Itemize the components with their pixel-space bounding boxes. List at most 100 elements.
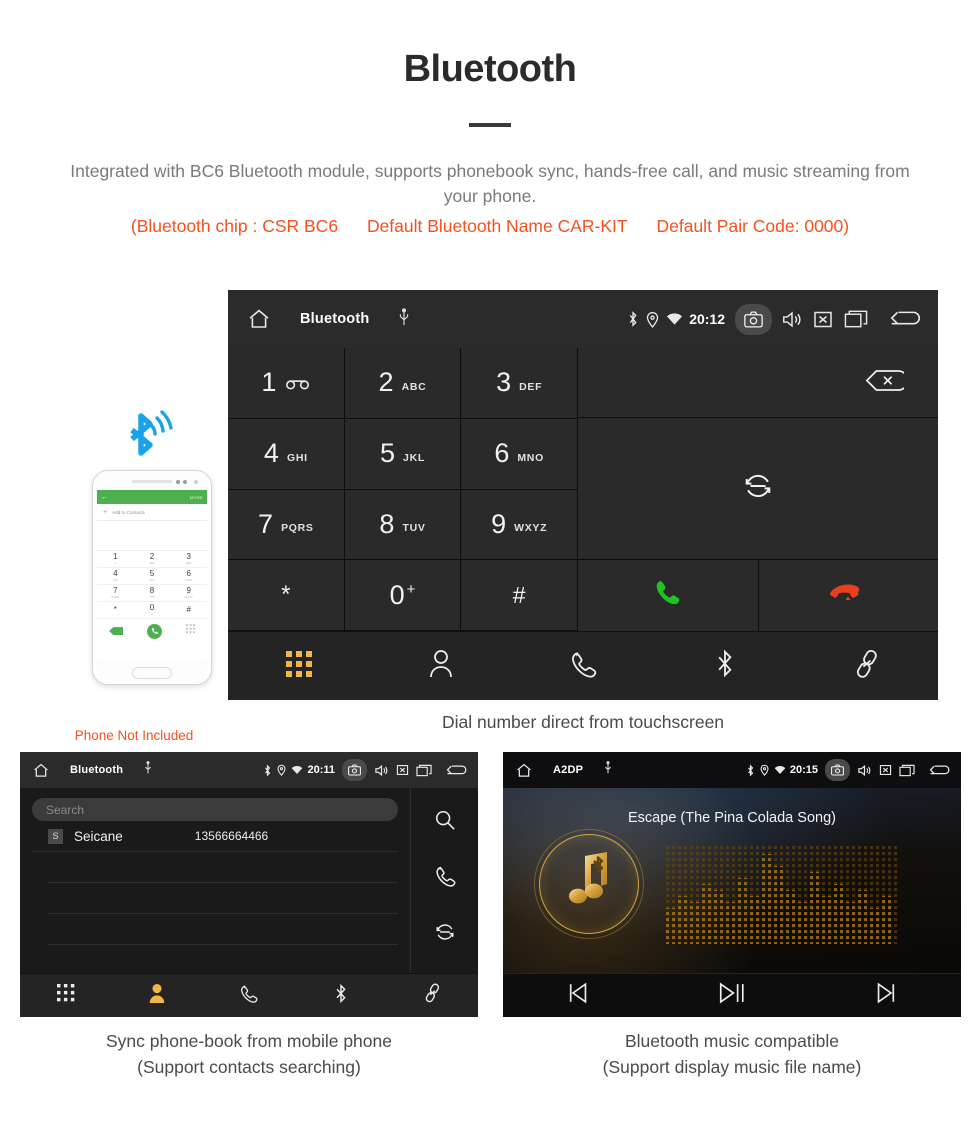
key-star[interactable]: * — [228, 560, 345, 631]
phone-handset-icon[interactable] — [434, 865, 456, 892]
key-0[interactable]: 0 + — [344, 560, 462, 631]
key-label: 4 — [263, 438, 279, 469]
next-track-button[interactable] — [808, 981, 961, 1010]
list-item[interactable]: S Seicane 13566664466 — [32, 821, 398, 852]
call-transfer-button[interactable] — [578, 418, 938, 560]
phone-key-star[interactable]: * — [97, 602, 134, 619]
tab-call-history[interactable] — [203, 984, 295, 1008]
key-label: 2 — [378, 367, 394, 398]
sync-icon[interactable] — [434, 921, 456, 948]
bluetooth-icon — [263, 764, 272, 777]
phone-key-8[interactable]: 8 TUV — [133, 585, 171, 602]
play-pause-button[interactable] — [656, 980, 809, 1011]
phone-key-0[interactable]: 0 + — [133, 602, 171, 619]
key-label: 3 — [496, 367, 512, 398]
call-answer-button[interactable] — [578, 560, 759, 631]
phone-key-label: 0 — [149, 603, 155, 612]
call-end-button[interactable] — [759, 560, 939, 631]
key-6[interactable]: 6 MNO — [461, 418, 578, 490]
key-letters: GHI — [286, 451, 308, 464]
phone-key-sub: TUV — [149, 595, 155, 599]
phone-key-2[interactable]: 2 ABC — [133, 551, 171, 568]
tab-keypad[interactable] — [228, 650, 370, 682]
location-icon — [646, 311, 659, 328]
tab-keypad[interactable] — [20, 984, 112, 1007]
home-icon[interactable] — [515, 762, 533, 779]
dialer-body: 1 2 ABC 3 DEF 4 GHI 5 JKL 6 MNO 7 PQRS 8… — [228, 348, 938, 631]
phone-key-6[interactable]: 6 MNO — [170, 568, 207, 585]
back-arrow-icon[interactable] — [888, 308, 924, 330]
camera-icon[interactable] — [735, 303, 772, 335]
key-label: 5 — [380, 438, 396, 469]
call-transfer-icon — [742, 470, 774, 507]
search-icon[interactable] — [434, 809, 456, 836]
tab-pairing[interactable] — [386, 983, 478, 1008]
camera-icon[interactable] — [342, 759, 367, 781]
phone-keypad-toggle-icon[interactable] — [186, 622, 195, 640]
phone-key-1[interactable]: 1 ∞ — [97, 551, 134, 568]
tab-call-history[interactable] — [512, 650, 654, 683]
phone-call-button[interactable] — [147, 623, 162, 639]
music-statusbar: A2DP 20:15 — [503, 752, 961, 788]
phone-key-9[interactable]: 9 WXYZ — [170, 585, 207, 602]
phone-key-sub: PQRS — [111, 595, 120, 599]
phone-key-hash[interactable]: # — [170, 602, 207, 619]
tab-contacts[interactable] — [370, 649, 512, 683]
tab-bluetooth[interactable] — [654, 648, 796, 684]
key-7[interactable]: 7 PQRS — [228, 489, 345, 561]
key-3[interactable]: 3 DEF — [461, 348, 578, 419]
mute-x-icon[interactable] — [396, 764, 409, 776]
tab-bluetooth[interactable] — [295, 983, 387, 1009]
volume-icon[interactable] — [857, 764, 872, 777]
backspace-button[interactable] — [578, 348, 938, 418]
phone-key-7[interactable]: 7 PQRS — [97, 585, 134, 602]
phone-key-4[interactable]: 4 GHI — [97, 568, 134, 585]
tab-pairing[interactable] — [796, 649, 938, 684]
back-arrow-icon[interactable]: ← — [101, 494, 108, 501]
location-icon — [760, 764, 769, 776]
contacts-body: Search S Seicane 13566664466 — [20, 788, 478, 973]
contacts-side-actions — [410, 788, 478, 973]
key-9[interactable]: 9 WXYZ — [461, 489, 578, 561]
phone-camera-dot — [194, 480, 198, 484]
camera-icon[interactable] — [825, 759, 850, 781]
home-icon[interactable] — [32, 762, 50, 779]
phone-key-label: 1 — [113, 552, 118, 561]
mute-x-icon[interactable] — [879, 764, 892, 776]
search-input[interactable]: Search — [32, 798, 398, 821]
recents-icon[interactable] — [416, 764, 432, 777]
call-answer-icon — [653, 578, 683, 613]
mute-x-icon[interactable] — [813, 310, 833, 329]
clock-time: 20:15 — [789, 764, 818, 776]
plus-icon: + — [103, 508, 108, 516]
recents-icon[interactable] — [899, 764, 915, 777]
phone-backspace-icon[interactable] — [109, 622, 123, 640]
key-4[interactable]: 4 GHI — [228, 418, 345, 490]
volume-icon[interactable] — [374, 764, 389, 777]
phone-number-display — [97, 521, 207, 551]
phone-key-sub: + — [151, 612, 153, 616]
phone-more-label[interactable]: MORE — [190, 495, 203, 500]
key-5[interactable]: 5 JKL — [344, 418, 462, 490]
back-arrow-icon[interactable] — [445, 763, 469, 778]
usb-icon — [143, 761, 153, 779]
bluetooth-icon — [334, 983, 348, 1009]
volume-icon[interactable] — [781, 310, 803, 329]
key-1[interactable]: 1 — [228, 348, 345, 419]
link-chain-icon — [853, 649, 881, 684]
previous-track-button[interactable] — [503, 981, 656, 1010]
phone-key-5[interactable]: 5 JKL — [133, 568, 171, 585]
phone-add-contact-row[interactable]: + Add to Contacts — [97, 504, 207, 521]
key-2[interactable]: 2 ABC — [344, 348, 462, 419]
recents-icon[interactable] — [844, 309, 868, 329]
spec-name: Default Bluetooth Name CAR-KIT — [366, 215, 628, 236]
home-icon[interactable] — [246, 307, 272, 331]
skip-next-icon — [873, 981, 897, 1010]
tab-contacts[interactable] — [112, 983, 204, 1008]
back-arrow-icon[interactable] — [928, 763, 952, 778]
key-8[interactable]: 8 TUV — [344, 489, 462, 561]
key-hash[interactable]: # — [461, 560, 578, 631]
phone-key-3[interactable]: 3 DEF — [170, 551, 207, 568]
phone-home-button[interactable] — [132, 667, 172, 679]
phone-add-contact-label: Add to Contacts — [112, 509, 145, 515]
